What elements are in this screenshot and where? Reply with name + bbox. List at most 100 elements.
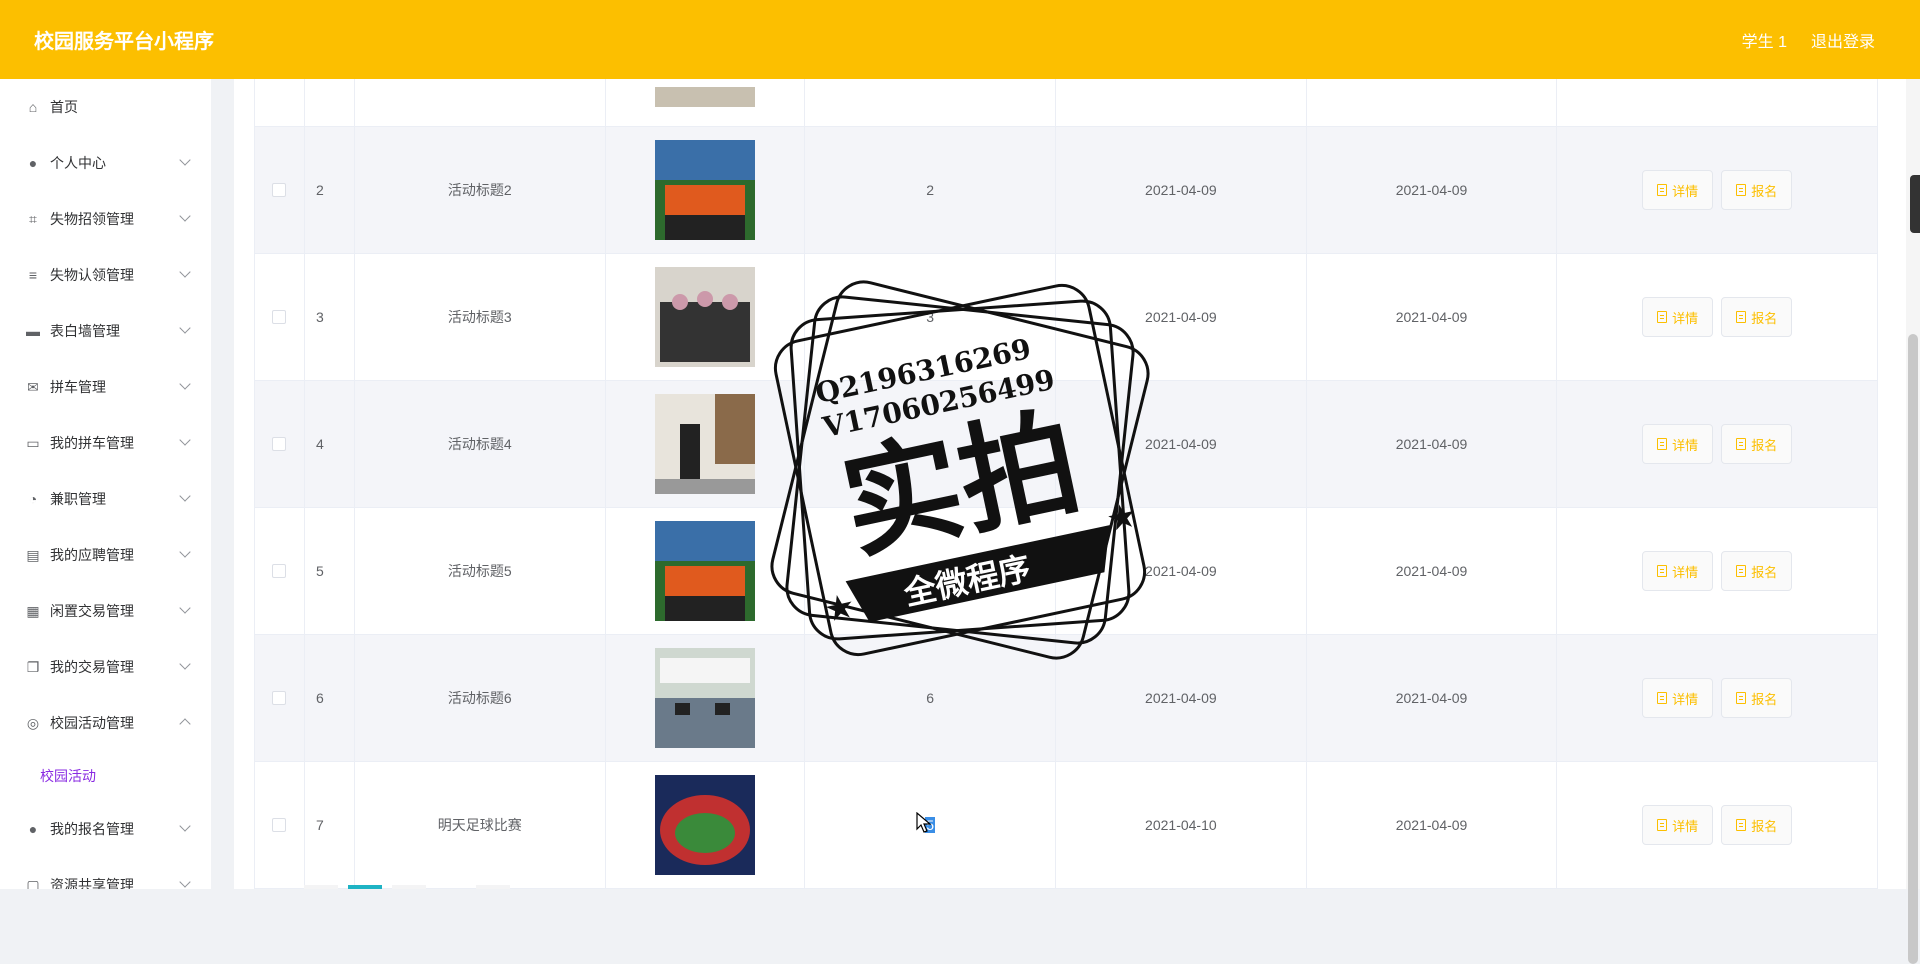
header-actions: 学生 1 退出登录 — [1742, 28, 1875, 52]
sidebar-item-label: 校园活动管理 — [50, 715, 134, 731]
sidebar-item-label: 我的拼车管理 — [50, 435, 134, 451]
row-checkbox[interactable] — [272, 310, 287, 324]
chevron-down-icon — [179, 154, 191, 166]
chevron-down-icon — [179, 490, 191, 502]
logout-link[interactable]: 退出登录 — [1811, 28, 1875, 52]
cell-image — [606, 508, 806, 634]
cell-actions: 详情 报名 — [1557, 635, 1877, 761]
signup-button[interactable]: 报名 — [1721, 297, 1793, 337]
chevron-down-icon — [179, 210, 191, 222]
page-jump[interactable] — [476, 885, 510, 889]
row-checkbox[interactable] — [272, 691, 287, 705]
cell-actions: 详情 报名 — [1557, 762, 1877, 888]
cell-date-start: 2021-04-09 — [1056, 381, 1307, 507]
cell-title: 活动标题2 — [355, 127, 606, 253]
activity-thumbnail[interactable] — [654, 394, 755, 494]
cell-actions: 详情 报名 — [1557, 254, 1877, 380]
side-handle[interactable] — [1910, 175, 1920, 233]
document-icon — [1657, 692, 1668, 704]
sidebar-item-label: 表白墙管理 — [50, 323, 120, 339]
pagination — [304, 885, 510, 889]
row-checkbox[interactable] — [272, 818, 287, 832]
cell-date-end — [1307, 79, 1558, 126]
sidebar-item[interactable]: ▤ 我的应聘管理 — [0, 527, 211, 583]
sidebar-subitem-campus-activity[interactable]: 校园活动 — [0, 751, 211, 801]
cell-num: 6 — [926, 690, 935, 706]
sidebar-item[interactable]: ▬ 表白墙管理 — [0, 303, 211, 359]
sidebar-item[interactable]: ▢ 资源共享管理 — [0, 857, 211, 889]
sidebar-item[interactable]: ✉ 拼车管理 — [0, 359, 211, 415]
sidebar-item[interactable]: ◔ 兼职管理 — [0, 471, 211, 527]
detail-button[interactable]: 详情 — [1642, 424, 1714, 464]
chevron-up-icon — [179, 718, 191, 730]
lock-icon: ▢ — [26, 876, 40, 890]
row-checkbox[interactable] — [272, 183, 287, 197]
chevron-down-icon — [179, 322, 191, 334]
page-1[interactable] — [348, 885, 382, 889]
row-checkbox[interactable] — [272, 564, 287, 578]
cell-date-end: 2021-04-09 — [1307, 254, 1558, 380]
activity-thumbnail[interactable] — [654, 648, 755, 748]
sidebar-item-label: 首页 — [50, 99, 78, 115]
cell-date-end: 2021-04-09 — [1307, 762, 1558, 888]
detail-button[interactable]: 详情 — [1642, 551, 1714, 591]
current-user[interactable]: 学生 1 — [1742, 28, 1787, 52]
signup-button[interactable]: 报名 — [1721, 170, 1793, 210]
activity-thumbnail[interactable] — [654, 140, 755, 240]
detail-button[interactable]: 详情 — [1642, 805, 1714, 845]
main-content: 2 活动标题2 2 2021-04-09 2021-04-09 详情 报名 3 活动标题3 3 20… — [234, 79, 1920, 889]
cell-image — [606, 127, 806, 253]
sidebar-item[interactable]: ◎ 校园活动管理 — [0, 695, 211, 751]
cell-count — [805, 508, 1057, 634]
activity-thumbnail[interactable] — [654, 775, 755, 875]
cell-index: 3 — [305, 254, 355, 380]
signup-button-label: 报名 — [1751, 437, 1778, 453]
detail-button[interactable]: 详情 — [1642, 297, 1714, 337]
sidebar-item-label: 我的交易管理 — [50, 659, 134, 675]
document-icon — [1736, 565, 1747, 577]
sidebar-item[interactable]: ⌂ 首页 — [0, 79, 211, 135]
page-2[interactable] — [392, 885, 426, 889]
sidebar-item[interactable]: ≡ 失物认领管理 — [0, 247, 211, 303]
cell-num: 3 — [926, 309, 935, 325]
clipboard-icon: ▤ — [26, 546, 40, 563]
detail-button[interactable]: 详情 — [1642, 678, 1714, 718]
table-row: 3 活动标题3 3 2021-04-09 2021-04-09 详情 报名 — [254, 254, 1878, 381]
signup-button[interactable]: 报名 — [1721, 678, 1793, 718]
bell-off-icon: ◔ — [28, 491, 38, 507]
sidebar-item-label: 拼车管理 — [50, 379, 106, 395]
activity-thumbnail[interactable] — [654, 267, 755, 367]
menu-icon: ≡ — [28, 267, 38, 283]
detail-button[interactable]: 详情 — [1642, 170, 1714, 210]
cell-title: 活动标题6 — [355, 635, 606, 761]
table-row: 7 明天足球比赛 5 2021-04-10 2021-04-09 详情 报名 — [254, 762, 1878, 889]
chevron-down-icon — [179, 546, 191, 558]
chevron-down-icon — [179, 266, 191, 278]
cell-index: 4 — [305, 381, 355, 507]
row-checkbox[interactable] — [272, 437, 287, 451]
detail-button-label: 详情 — [1672, 691, 1699, 707]
sidebar-item[interactable]: ❐ 我的交易管理 — [0, 639, 211, 695]
sidebar-item[interactable]: ● 个人中心 — [0, 135, 211, 191]
table-row: 2 活动标题2 2 2021-04-09 2021-04-09 详情 报名 — [254, 127, 1878, 254]
scrollbar-thumb[interactable] — [1908, 334, 1918, 964]
document-icon — [1736, 819, 1747, 831]
mail-icon: ✉ — [27, 378, 39, 395]
sidebar-item[interactable]: ▭ 我的拼车管理 — [0, 415, 211, 471]
sidebar-item[interactable]: ⌗ 失物招领管理 — [0, 191, 211, 247]
activity-thumbnail[interactable] — [654, 87, 755, 107]
table-row — [254, 79, 1878, 127]
page-prev[interactable] — [304, 885, 338, 889]
cell-title: 活动标题3 — [355, 254, 606, 380]
cell-count — [805, 79, 1057, 126]
sidebar-item[interactable]: ▦ 闲置交易管理 — [0, 583, 211, 639]
sidebar-item[interactable]: ● 我的报名管理 — [0, 801, 211, 857]
cell-count: 6 — [805, 635, 1057, 761]
signup-button-label: 报名 — [1751, 310, 1778, 326]
home-icon: ⌂ — [28, 99, 38, 115]
activity-thumbnail[interactable] — [654, 521, 755, 621]
signup-button[interactable]: 报名 — [1721, 805, 1793, 845]
signup-button[interactable]: 报名 — [1721, 424, 1793, 464]
cell-checkbox — [255, 635, 305, 761]
signup-button[interactable]: 报名 — [1721, 551, 1793, 591]
